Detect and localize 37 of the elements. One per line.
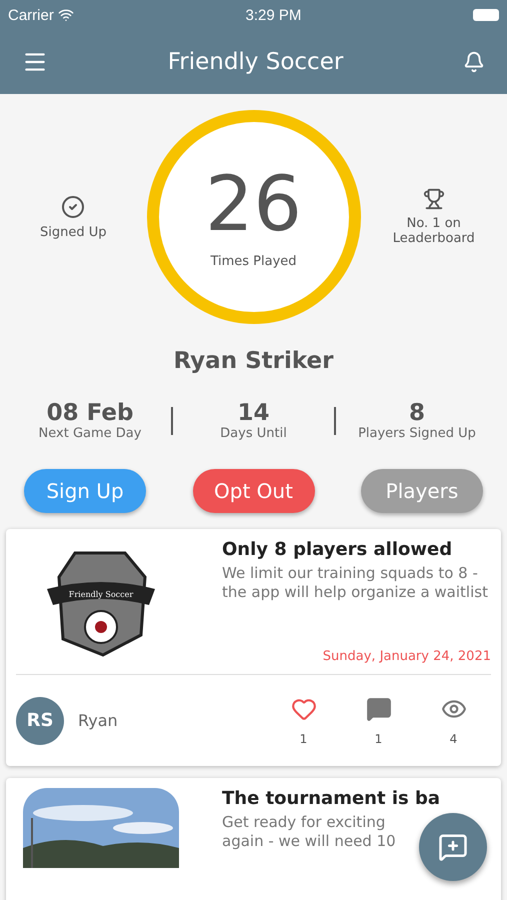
action-button[interactable]: Opt Out	[192, 469, 314, 513]
stat-value: 8	[408, 400, 425, 426]
clock: 3:29 PM	[245, 6, 302, 24]
post-card[interactable]: Friendly Soccer Only 8 players allowed We limit our training squads to 8 - the app will help organize a waitlist Sunday, January 24, 2021 RS Ryan 1 1 4	[6, 529, 501, 766]
like-count: 1	[300, 732, 308, 746]
action-button[interactable]: Sign Up	[24, 469, 146, 513]
carrier-label: Carrier	[8, 6, 54, 24]
app-title: Friendly Soccer	[168, 49, 344, 75]
trophy-icon	[422, 188, 445, 210]
avatar: RS	[16, 696, 64, 744]
leaderboard-label: No. 1 on Leaderboard	[392, 216, 476, 246]
stat-value: 14	[237, 400, 270, 426]
stat-value: 08 Feb	[46, 400, 134, 426]
signed-up-label: Signed Up	[40, 224, 106, 240]
post-title: Only 8 players allowed	[222, 539, 454, 560]
stat-label: Players Signed Up	[358, 426, 476, 441]
stat-label: Next Game Day	[38, 426, 142, 441]
post-text: again - we will need 10	[222, 832, 396, 850]
battery-icon	[473, 9, 499, 21]
wifi-icon	[58, 7, 74, 23]
check-circle-icon	[61, 194, 86, 218]
times-played-label: Times Played	[210, 254, 297, 268]
post-card[interactable]: The tournament is ba Get ready for exciting again - we will need 10	[6, 778, 501, 900]
player-name: Ryan Striker	[172, 348, 334, 374]
action-button[interactable]: Players	[361, 469, 483, 513]
author-name: Ryan	[78, 711, 119, 730]
comment-icon[interactable]	[366, 696, 392, 722]
stat-label: Days Until	[220, 426, 287, 441]
view-count: 4	[450, 732, 458, 746]
post-text: Get ready for exciting	[222, 813, 386, 832]
comment-count: 1	[374, 732, 382, 746]
post-title: The tournament is ba	[222, 788, 442, 809]
bell-icon[interactable]	[463, 51, 485, 73]
times-played-count: 26	[205, 166, 302, 242]
post-text: We limit our training squads to 8 - the app will help organize a waitlist	[222, 564, 489, 602]
add-comment-icon	[438, 832, 468, 862]
post-date: Sunday, January 24, 2021	[322, 649, 491, 664]
